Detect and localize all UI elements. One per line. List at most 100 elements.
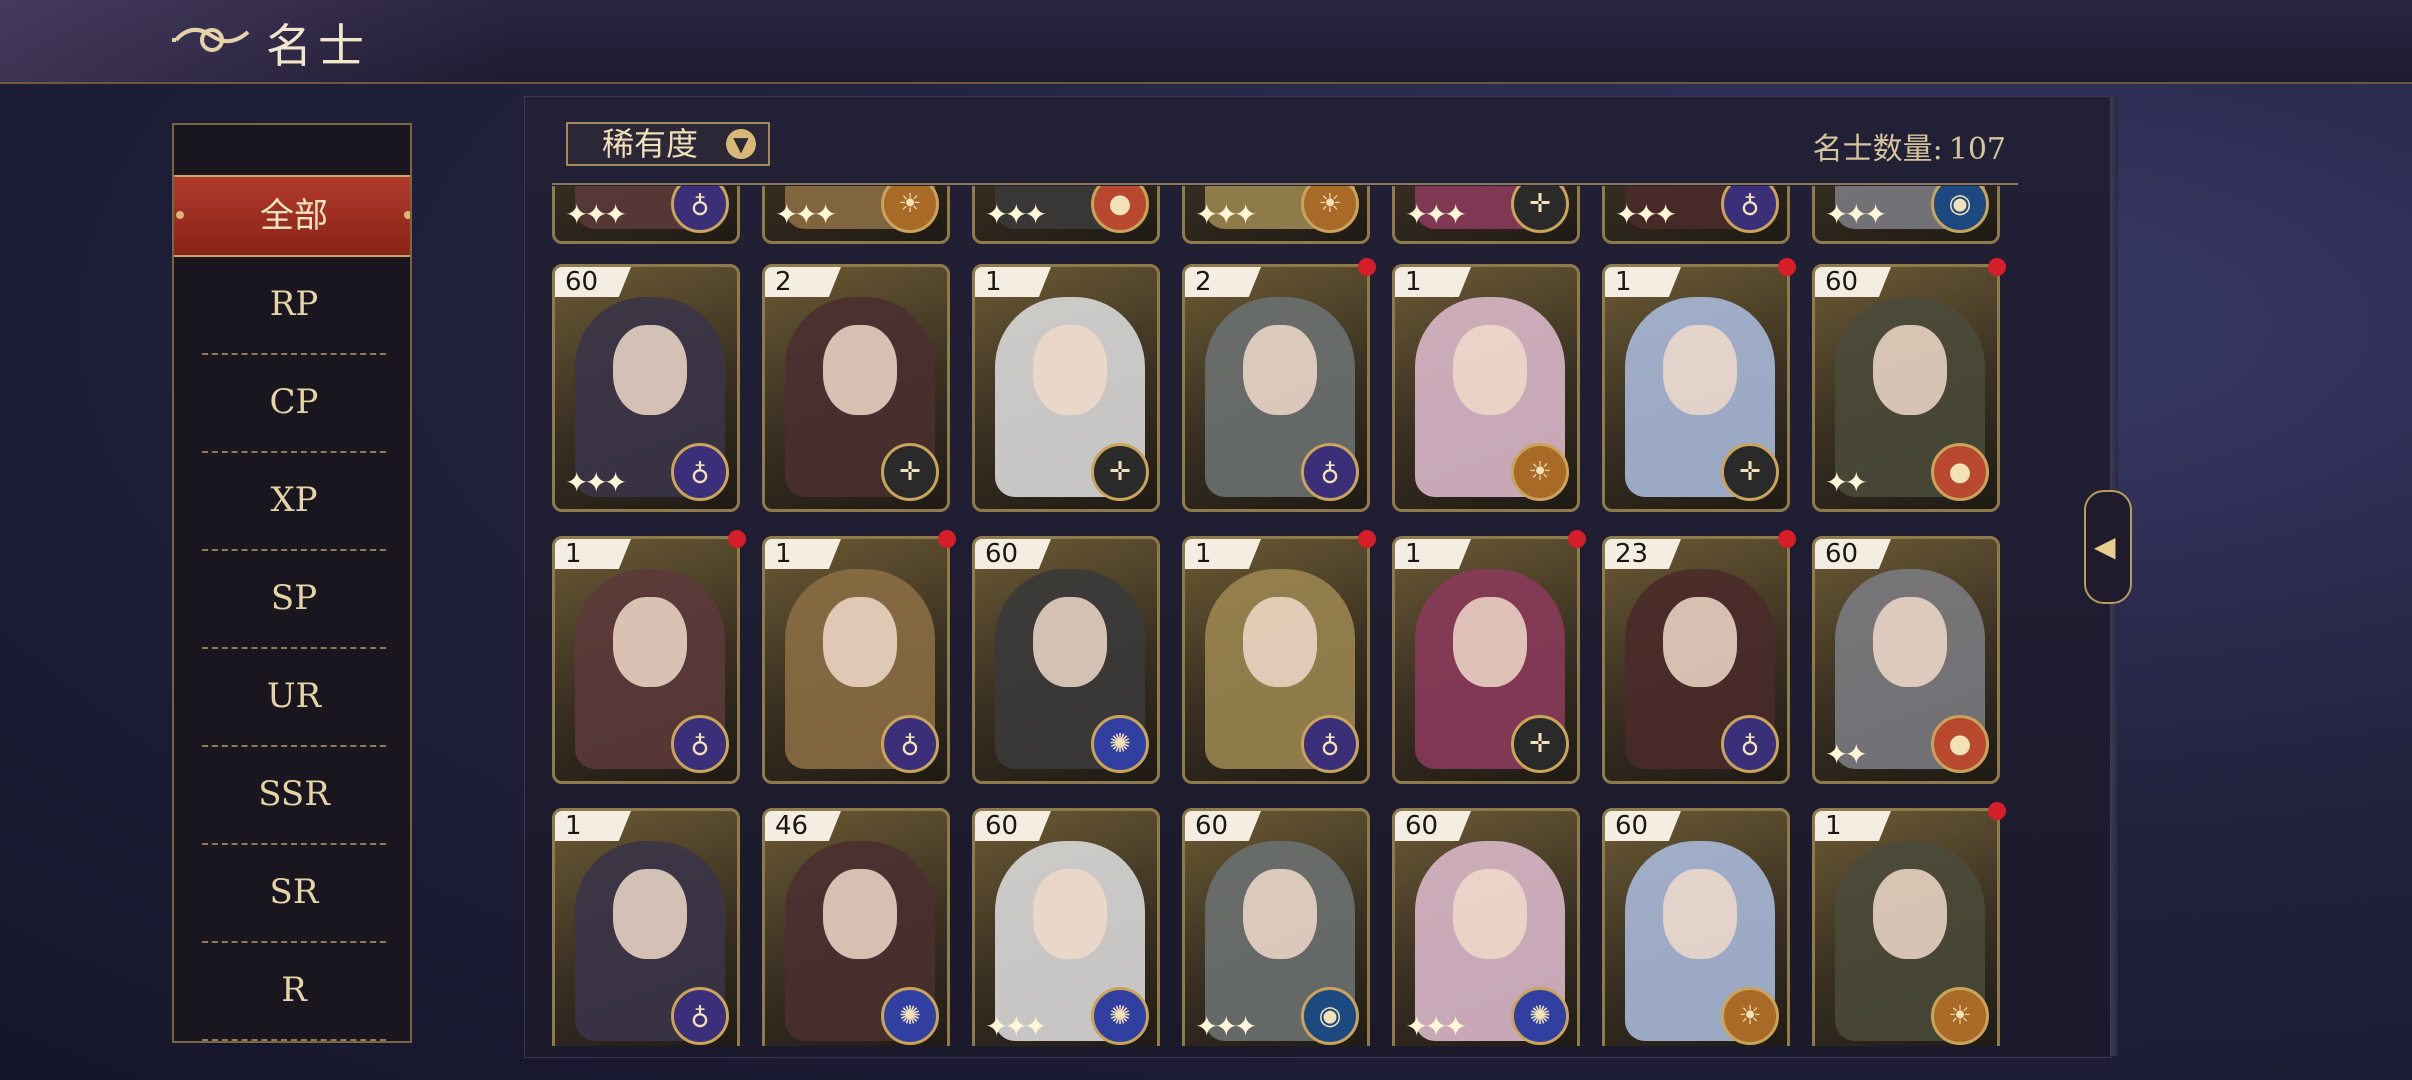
hero-face bbox=[823, 869, 897, 959]
sidebar-item-label: SSR bbox=[258, 774, 330, 814]
hero-level: 60 bbox=[1815, 267, 1891, 297]
hero-level: 60 bbox=[1395, 811, 1471, 841]
hero-card[interactable]: 1 ✛ bbox=[972, 264, 1160, 512]
hero-level: 60 bbox=[1605, 811, 1681, 841]
hero-card[interactable]: 60 ✦✦✦ ◉ bbox=[1182, 808, 1370, 1046]
hero-card[interactable]: ✦✦✦ ✛ bbox=[1392, 186, 1580, 244]
planet-icon: ♁ bbox=[671, 443, 729, 501]
sidebar-item-全部[interactable]: 全部 bbox=[174, 175, 410, 257]
hero-card[interactable]: 60 ✦✦ ● bbox=[1812, 536, 2000, 784]
hero-face bbox=[1453, 597, 1527, 687]
sidebar-item-label: XP bbox=[270, 480, 318, 520]
hero-card[interactable]: 60 ✺ bbox=[972, 536, 1160, 784]
hero-face bbox=[1243, 597, 1317, 687]
hero-card[interactable]: 23 ♁ bbox=[1602, 536, 1790, 784]
sidebar-item-ur[interactable]: UR bbox=[202, 647, 386, 747]
new-indicator-dot bbox=[728, 530, 746, 548]
hero-card[interactable]: 1 ✛ bbox=[1602, 264, 1790, 512]
star-rank-icon: ✦✦✦ bbox=[1405, 198, 1467, 231]
star-rank-icon: ✦✦✦ bbox=[1405, 1010, 1467, 1043]
hero-card[interactable]: 2 ♁ bbox=[1182, 264, 1370, 512]
hero-face bbox=[1873, 325, 1947, 415]
hero-card[interactable]: ✦✦✦ ◉ bbox=[1812, 186, 2000, 244]
hero-level: 2 bbox=[1185, 267, 1261, 297]
hero-face bbox=[613, 325, 687, 415]
hero-card[interactable]: 1 ♁ bbox=[1182, 536, 1370, 784]
sun-icon: ☀ bbox=[1721, 987, 1779, 1045]
hero-level: 46 bbox=[765, 811, 841, 841]
hero-level: 60 bbox=[975, 811, 1051, 841]
cloud-ornament-icon bbox=[172, 28, 250, 52]
sidebar-item-sr[interactable]: SR bbox=[202, 843, 386, 943]
hero-card[interactable]: ✦✦✦ ● bbox=[972, 186, 1160, 244]
sidebar-item-label: UR bbox=[266, 676, 322, 716]
hero-face bbox=[1663, 597, 1737, 687]
hero-face bbox=[1663, 325, 1737, 415]
chevron-down-icon: ▼ bbox=[726, 129, 756, 159]
hero-face bbox=[1033, 869, 1107, 959]
hero-card[interactable]: 1 ♁ bbox=[552, 536, 740, 784]
hero-card[interactable]: ✦✦✦ ☀ bbox=[1182, 186, 1370, 244]
sort-by-rarity-button[interactable]: 稀有度 ▼ bbox=[566, 122, 770, 166]
hero-level: 1 bbox=[975, 267, 1051, 297]
star-rank-icon: ✦✦✦ bbox=[565, 198, 627, 231]
galaxy-icon: ✺ bbox=[1511, 987, 1569, 1045]
sidebar-item-rp[interactable]: RP bbox=[202, 255, 386, 355]
hero-card[interactable]: ✦✦✦ ♁ bbox=[1602, 186, 1790, 244]
hero-card[interactable]: 1 ☀ bbox=[1812, 808, 2000, 1046]
hero-card[interactable]: 1 ♁ bbox=[762, 536, 950, 784]
planet-icon: ♁ bbox=[1301, 715, 1359, 773]
hero-face bbox=[1033, 325, 1107, 415]
hero-card[interactable]: 1 ♁ bbox=[552, 808, 740, 1046]
hero-card[interactable]: ✦✦✦ ♁ bbox=[552, 186, 740, 244]
orb-icon: ● bbox=[1931, 715, 1989, 773]
new-indicator-dot bbox=[1358, 258, 1376, 276]
new-indicator-dot bbox=[1778, 530, 1796, 548]
new-indicator-dot bbox=[1568, 530, 1586, 548]
sun-icon: ☀ bbox=[1511, 443, 1569, 501]
top-header: 名士 bbox=[0, 0, 2412, 84]
hero-face bbox=[1453, 325, 1527, 415]
sort-label: 稀有度 bbox=[602, 125, 699, 163]
hero-card[interactable]: 60 ☀ bbox=[1602, 808, 1790, 1046]
hero-card[interactable]: 60 ✦✦✦ ♁ bbox=[552, 264, 740, 512]
active-marker-dot bbox=[404, 211, 410, 219]
hero-card[interactable]: 60 ✦✦ ● bbox=[1812, 264, 2000, 512]
hero-face bbox=[1663, 869, 1737, 959]
sidebar-item-label: RP bbox=[269, 284, 319, 324]
hero-face bbox=[1873, 597, 1947, 687]
hero-face bbox=[823, 597, 897, 687]
sidebar-item-r[interactable]: R bbox=[202, 941, 386, 1041]
hero-card[interactable]: 46 ✺ bbox=[762, 808, 950, 1046]
hero-level: 1 bbox=[765, 539, 841, 569]
sun-icon: ☀ bbox=[1931, 987, 1989, 1045]
galaxy-icon: ✺ bbox=[1091, 987, 1149, 1045]
star-rank-icon: ✦✦✦ bbox=[985, 1010, 1047, 1043]
hero-level: 1 bbox=[555, 539, 631, 569]
hero-card[interactable]: 60 ✦✦✦ ✺ bbox=[1392, 808, 1580, 1046]
hero-face bbox=[1243, 325, 1317, 415]
hero-level: 1 bbox=[1185, 539, 1261, 569]
star-rank-icon: ✦✦✦ bbox=[1195, 1010, 1257, 1043]
collapse-panel-button[interactable]: ◀ bbox=[2084, 490, 2132, 604]
sidebar-item-xp[interactable]: XP bbox=[202, 451, 386, 551]
star-rank-icon: ✦✦✦ bbox=[1195, 198, 1257, 231]
new-indicator-dot bbox=[1988, 802, 2006, 820]
compass-icon: ✛ bbox=[881, 443, 939, 501]
hero-card-grid[interactable]: ✦✦✦ ♁ ✦✦✦ ☀ ✦✦✦ ● ✦✦✦ ☀ ✦✦✦ ✛ ✦✦✦ ♁ ✦✦✦ ◉ 60 ✦✦✦ ♁ 2 ✛ 1 ✛ 2 ♁… bbox=[552, 186, 2012, 1046]
hero-level: 1 bbox=[1395, 267, 1471, 297]
list-divider bbox=[552, 183, 2018, 185]
sidebar-item-ssr[interactable]: SSR bbox=[202, 745, 386, 845]
hero-card[interactable]: 60 ✦✦✦ ✺ bbox=[972, 808, 1160, 1046]
hero-card[interactable]: 1 ☀ bbox=[1392, 264, 1580, 512]
hero-card[interactable]: ✦✦✦ ☀ bbox=[762, 186, 950, 244]
new-indicator-dot bbox=[938, 530, 956, 548]
hero-face bbox=[1033, 597, 1107, 687]
hero-level: 60 bbox=[555, 267, 631, 297]
hero-card[interactable]: 2 ✛ bbox=[762, 264, 950, 512]
star-rank-icon: ✦✦✦ bbox=[985, 198, 1047, 231]
sidebar-item-cp[interactable]: CP bbox=[202, 353, 386, 453]
sidebar-item-sp[interactable]: SP bbox=[202, 549, 386, 649]
chevron-left-icon: ◀ bbox=[2094, 530, 2116, 563]
hero-card[interactable]: 1 ✛ bbox=[1392, 536, 1580, 784]
